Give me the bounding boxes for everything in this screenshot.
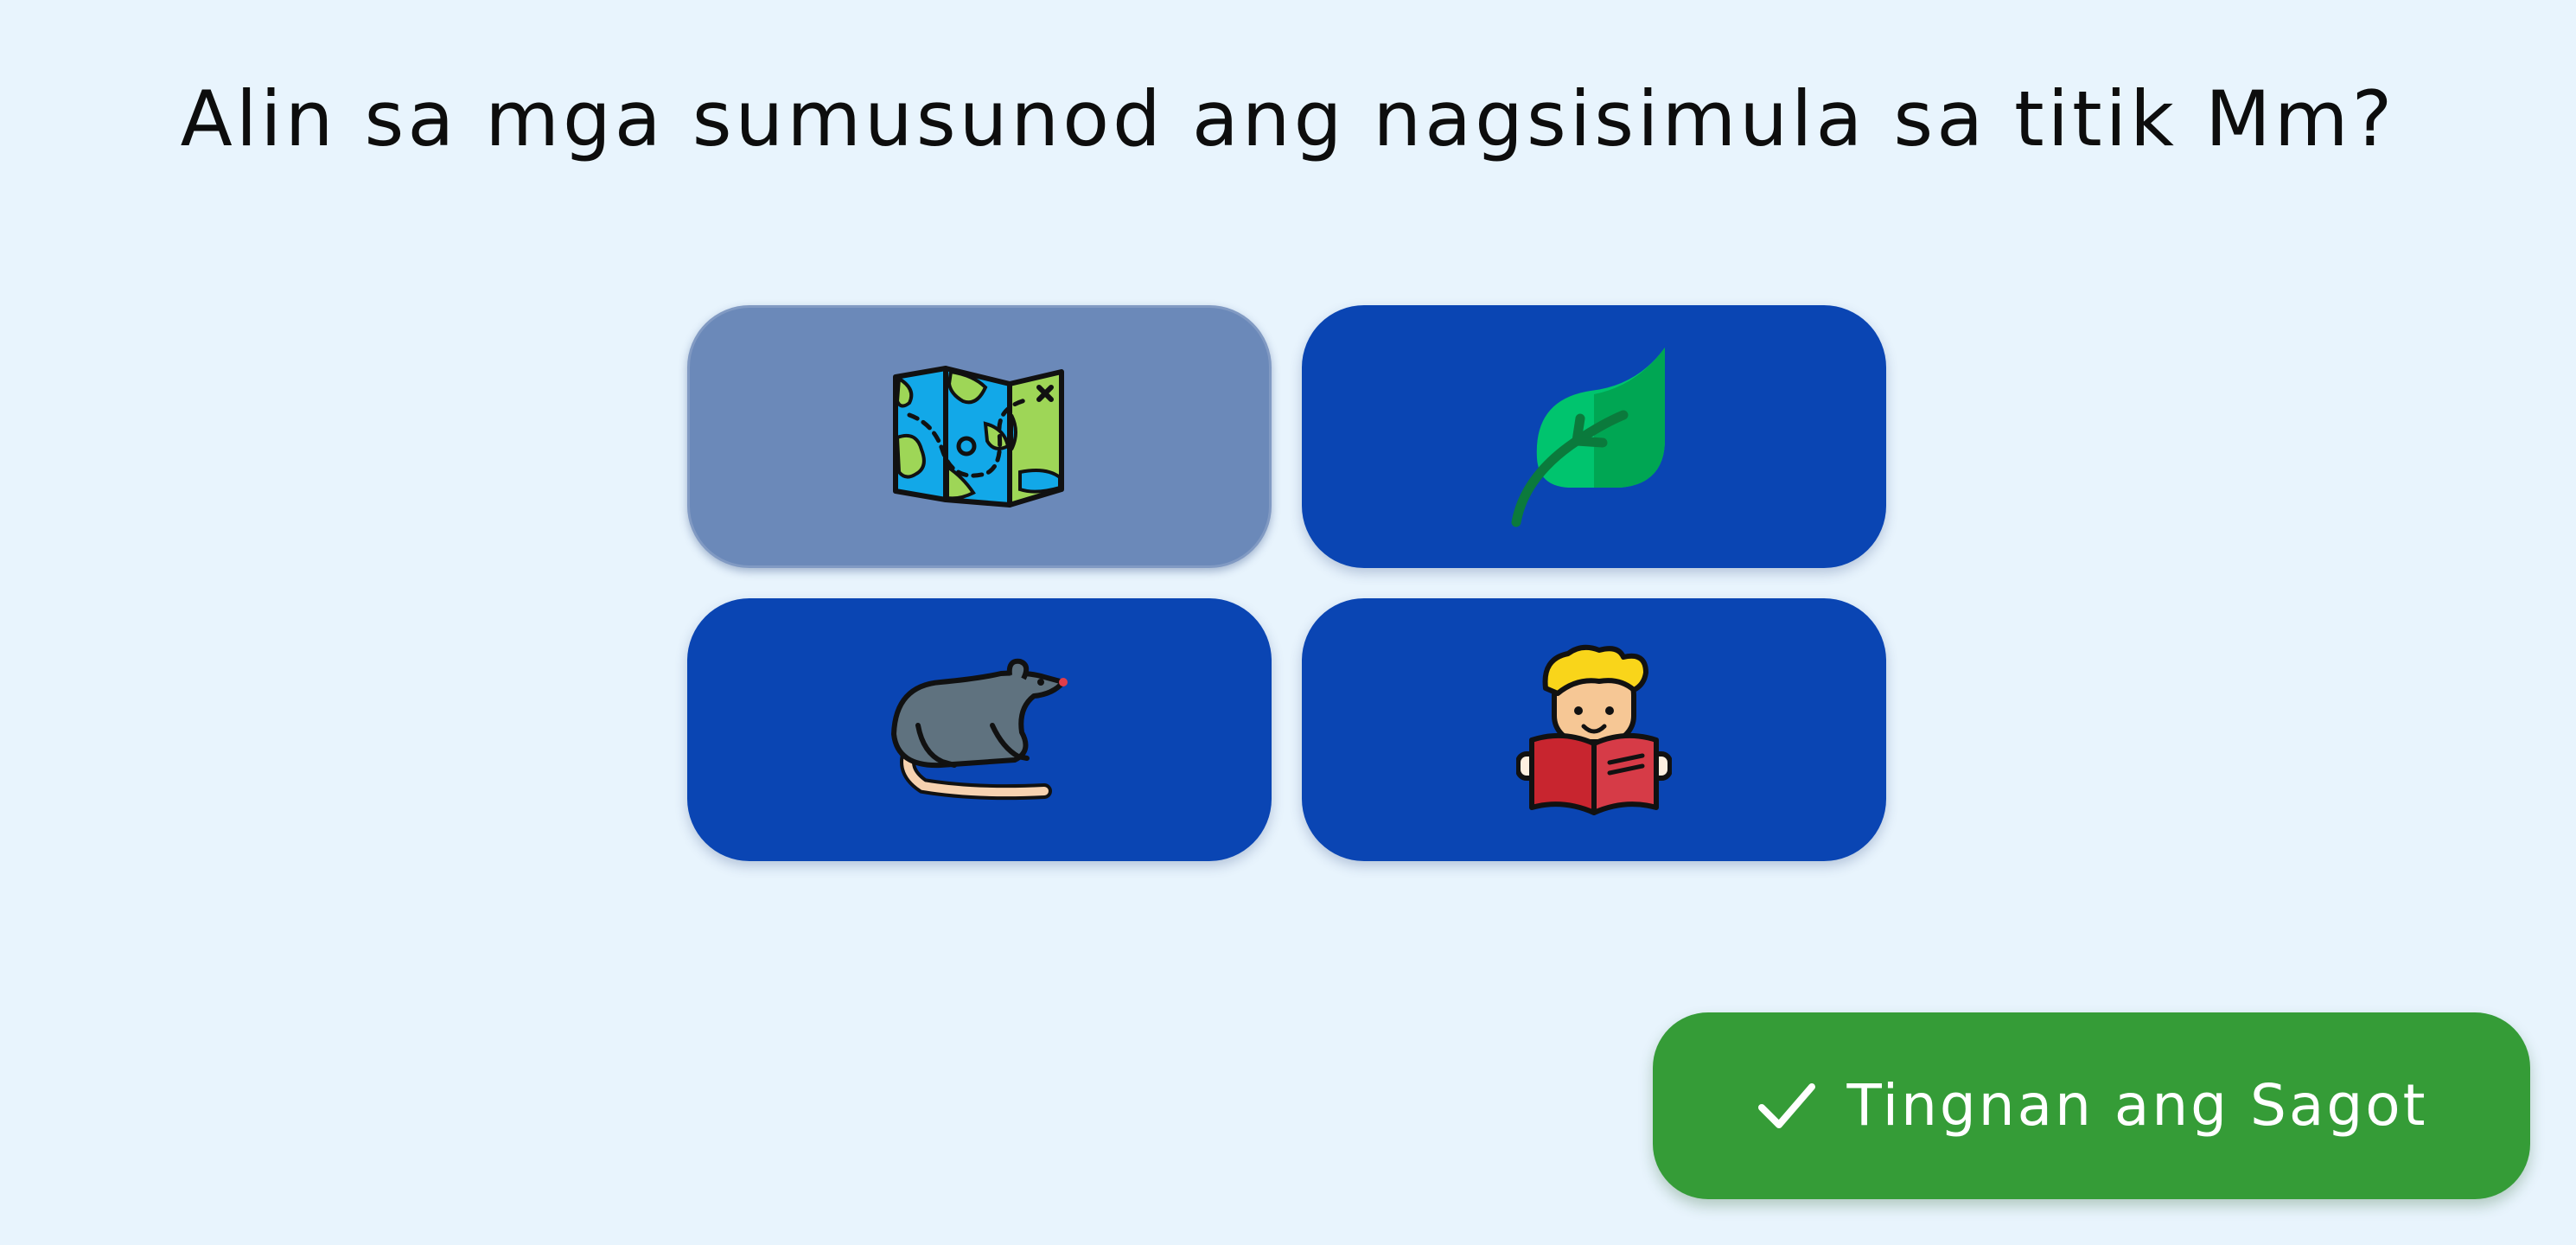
choice-rat[interactable] [687,598,1272,861]
choice-boy-reading[interactable] [1302,598,1886,861]
choice-leaf[interactable] [1302,305,1886,568]
choice-map[interactable] [687,305,1272,568]
check-answer-button[interactable]: Tingnan ang Sagot [1653,1012,2530,1199]
question-text: Alin sa mga sumusunod ang nagsisimula sa… [180,74,2396,163]
checkmark-icon [1758,1083,1816,1128]
leaf-icon [1511,348,1665,527]
boy-reading-book-icon [1516,644,1672,815]
check-answer-label: Tingnan ang Sagot [1846,1072,2428,1139]
rat-icon [891,658,1068,801]
map-icon [893,366,1064,508]
